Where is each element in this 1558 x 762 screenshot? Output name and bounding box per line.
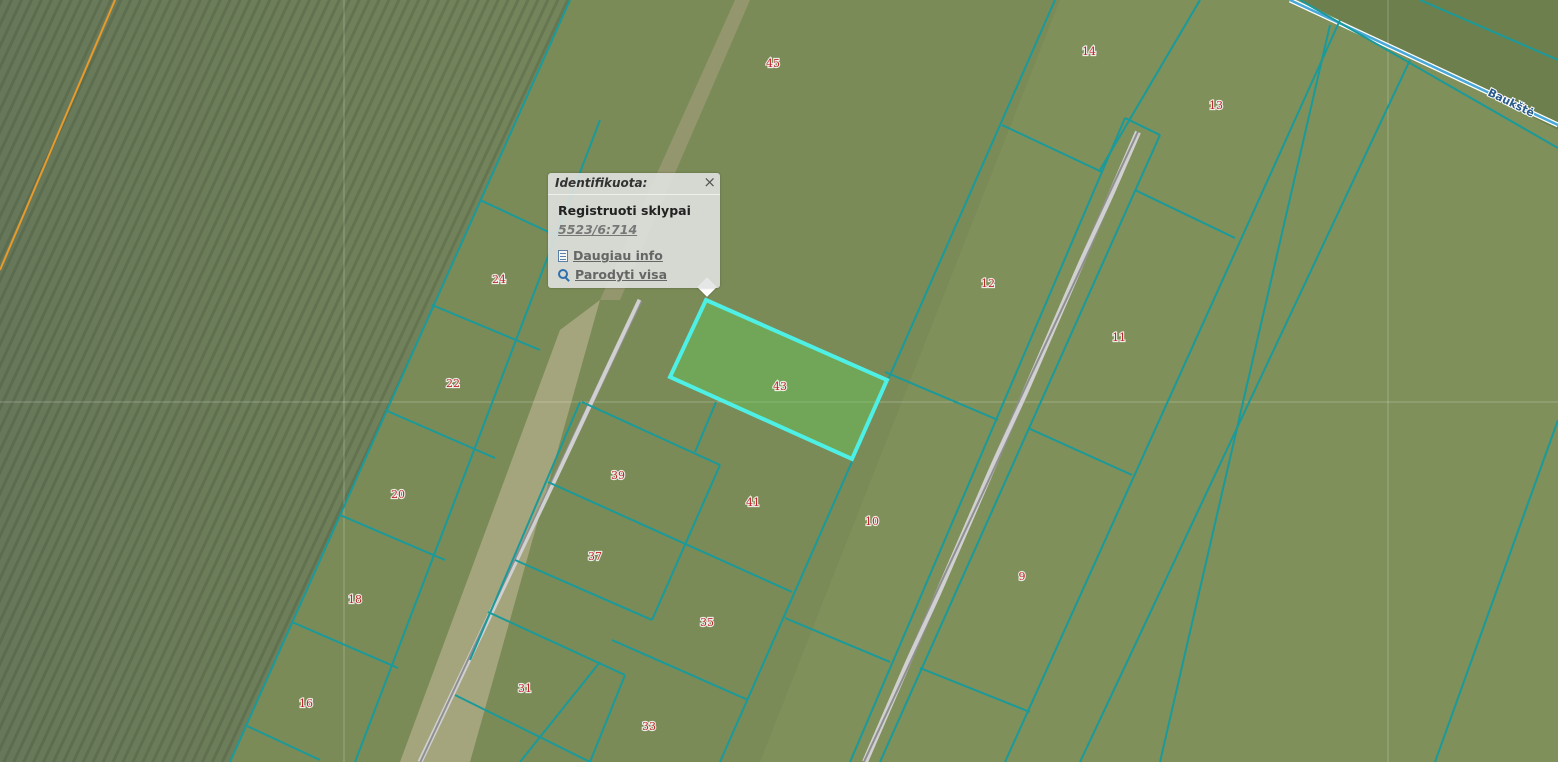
parcel-label: 12 xyxy=(981,277,995,290)
show-all-link[interactable]: Parodyti visa xyxy=(558,267,667,282)
parcel-label: 9 xyxy=(1019,570,1026,583)
layer-name: Registruoti sklypai xyxy=(558,203,691,218)
parcel-label: 24 xyxy=(492,273,506,286)
show-all-label: Parodyti visa xyxy=(575,267,668,282)
magnifier-icon xyxy=(558,268,570,281)
parcel-label: 16 xyxy=(299,697,313,710)
parcel-label: 11 xyxy=(1112,331,1126,344)
parcel-label: 39 xyxy=(611,469,625,482)
parcel-label: 41 xyxy=(746,496,760,509)
popup-divider xyxy=(548,194,720,195)
close-icon[interactable]: × xyxy=(703,173,716,191)
more-info-link[interactable]: Daugiau info xyxy=(558,248,663,263)
parcel-label: 13 xyxy=(1209,99,1223,112)
parcel-label: 14 xyxy=(1082,45,1096,58)
identify-popup: Identifikuota: × Registruoti sklypai 552… xyxy=(548,173,720,288)
parcel-label: 37 xyxy=(588,550,602,563)
parcel-label: 33 xyxy=(642,720,656,733)
parcel-label: 31 xyxy=(518,682,532,695)
parcel-label: 35 xyxy=(700,616,714,629)
more-info-label: Daugiau info xyxy=(573,248,663,263)
parcel-label: 20 xyxy=(391,488,405,501)
document-icon xyxy=(558,249,568,262)
parcel-id-link[interactable]: 5523/6:714 xyxy=(558,222,637,237)
popup-title: Identifikuota: xyxy=(555,176,648,190)
parcel-label: 18 xyxy=(348,593,362,606)
map-canvas[interactable]: Baukštė 45 14 13 24 12 11 22 39 41 10 20… xyxy=(0,0,1558,762)
parcel-label: 22 xyxy=(446,377,460,390)
selected-parcel-label: 43 xyxy=(773,380,787,393)
parcel-label: 10 xyxy=(865,515,879,528)
parcel-label: 45 xyxy=(766,57,780,70)
